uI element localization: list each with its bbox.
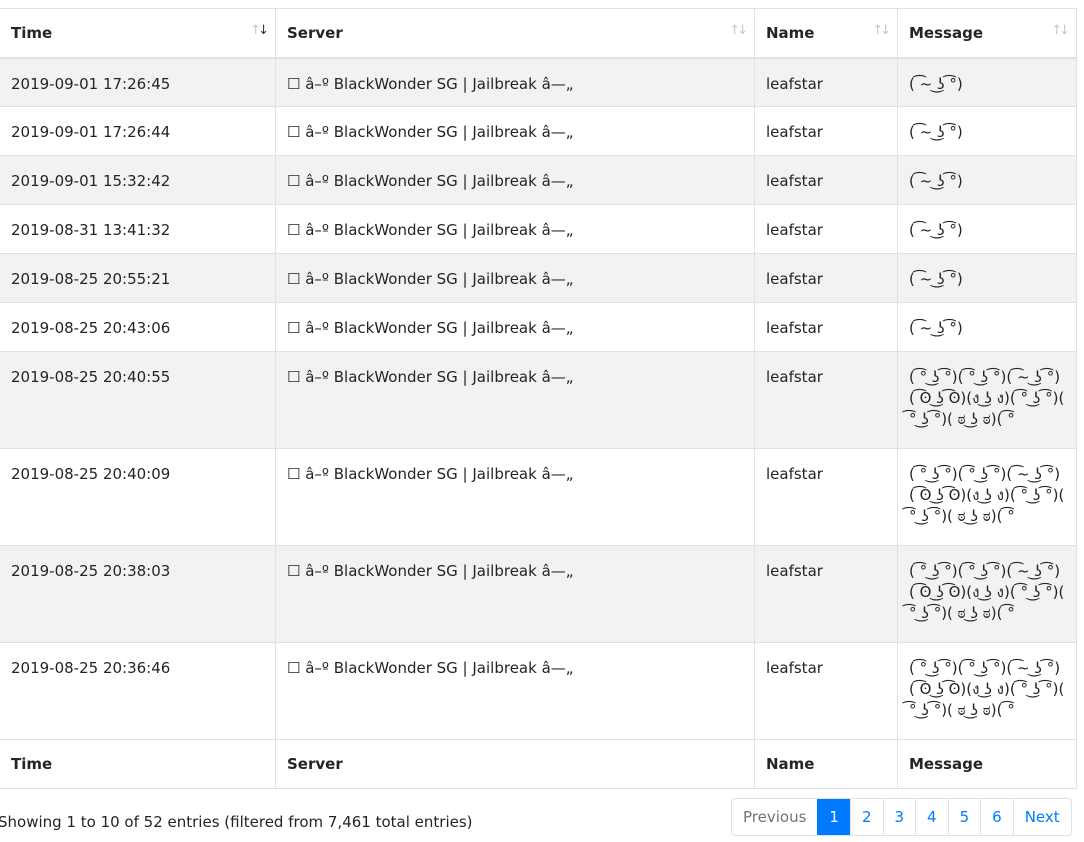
- footer-row: Time Server Name Message: [0, 739, 1077, 789]
- cell-message: ( ͡~ ͜ʖ ͡°): [897, 155, 1077, 205]
- table-row: 2019-09-01 17:26:45 ☐ â–º BlackWonder SG…: [0, 57, 1077, 107]
- cell-server: ☐ â–º BlackWonder SG | Jailbreak â—„: [275, 204, 755, 254]
- table-row: 2019-08-25 20:36:46 ☐ â–º BlackWonder SG…: [0, 642, 1077, 740]
- column-header-message[interactable]: Message ↑↓: [897, 8, 1077, 59]
- cell-time: 2019-08-25 20:38:03: [0, 545, 276, 643]
- cell-server: ☐ â–º BlackWonder SG | Jailbreak â—„: [275, 155, 755, 205]
- cell-server: ☐ â–º BlackWonder SG | Jailbreak â—„: [275, 302, 755, 352]
- column-header-time[interactable]: Time ↑↓: [0, 8, 276, 59]
- cell-time: 2019-08-25 20:40:09: [0, 448, 276, 546]
- cell-time: 2019-08-25 20:40:55: [0, 351, 276, 449]
- cell-time: 2019-09-01 17:26:45: [0, 57, 276, 107]
- message-text: ( ͡° ͜ʖ ͡°)( ͡° ͜ʖ ͡°)( ͡~ ͜ʖ ͡°)( ͡ʘ ͜ʖ…: [909, 465, 1065, 525]
- table-row: 2019-09-01 17:26:44 ☐ â–º BlackWonder SG…: [0, 106, 1077, 156]
- footer-header-time: Time: [0, 739, 276, 789]
- column-header-label: Name: [766, 23, 815, 42]
- cell-server: ☐ â–º BlackWonder SG | Jailbreak â—„: [275, 57, 755, 107]
- table-row: 2019-08-25 20:55:21 ☐ â–º BlackWonder SG…: [0, 253, 1077, 303]
- pagination-page-5[interactable]: 5: [947, 799, 981, 835]
- table-row: 2019-08-25 20:40:09 ☐ â–º BlackWonder SG…: [0, 448, 1077, 546]
- sort-descending-icon: ↑↓: [250, 23, 269, 38]
- cell-name: leafstar: [754, 106, 898, 156]
- pagination-next-button[interactable]: Next: [1012, 799, 1071, 835]
- chat-log-table: Time ↑↓ Server ↑↓ Name ↑↓ Message ↑↓ 201…: [0, 8, 1077, 789]
- cell-name: leafstar: [754, 155, 898, 205]
- table-row: 2019-08-31 13:41:32 ☐ â–º BlackWonder SG…: [0, 204, 1077, 254]
- sort-arrows-icon: ↑↓: [729, 23, 748, 38]
- cell-time: 2019-09-01 17:26:44: [0, 106, 276, 156]
- cell-name: leafstar: [754, 642, 898, 740]
- message-text: ( ͡° ͜ʖ ͡°)( ͡° ͜ʖ ͡°)( ͡~ ͜ʖ ͡°)( ͡ʘ ͜ʖ…: [909, 659, 1065, 719]
- cell-name: leafstar: [754, 545, 898, 643]
- cell-time: 2019-09-01 15:32:42: [0, 155, 276, 205]
- cell-time: 2019-08-25 20:55:21: [0, 253, 276, 303]
- sort-arrows-icon: ↑↓: [872, 23, 891, 38]
- cell-message: ( ͡° ͜ʖ ͡°)( ͡° ͜ʖ ͡°)( ͡~ ͜ʖ ͡°)( ͡ʘ ͜ʖ…: [897, 448, 1077, 546]
- column-header-label: Server: [287, 23, 343, 42]
- table-row: 2019-09-01 15:32:42 ☐ â–º BlackWonder SG…: [0, 155, 1077, 205]
- column-header-name[interactable]: Name ↑↓: [754, 8, 898, 59]
- cell-server: ☐ â–º BlackWonder SG | Jailbreak â—„: [275, 448, 755, 546]
- cell-name: leafstar: [754, 204, 898, 254]
- message-text: ( ͡~ ͜ʖ ͡°): [909, 221, 963, 239]
- cell-server: ☐ â–º BlackWonder SG | Jailbreak â—„: [275, 545, 755, 643]
- cell-name: leafstar: [754, 302, 898, 352]
- sort-arrows-icon: ↑↓: [1051, 23, 1070, 38]
- cell-name: leafstar: [754, 57, 898, 107]
- table-row: 2019-08-25 20:38:03 ☐ â–º BlackWonder SG…: [0, 545, 1077, 643]
- cell-message: ( ͡~ ͜ʖ ͡°): [897, 57, 1077, 107]
- table-footer: Time Server Name Message: [0, 739, 1077, 789]
- footer-header-message: Message: [897, 739, 1077, 789]
- table-header: Time ↑↓ Server ↑↓ Name ↑↓ Message ↑↓: [0, 8, 1077, 59]
- message-text: ( ͡~ ͜ʖ ͡°): [909, 172, 963, 190]
- message-text: ( ͡~ ͜ʖ ͡°): [909, 319, 963, 337]
- cell-time: 2019-08-25 20:36:46: [0, 642, 276, 740]
- table-body: 2019-09-01 17:26:45 ☐ â–º BlackWonder SG…: [0, 57, 1077, 740]
- message-text: ( ͡° ͜ʖ ͡°)( ͡° ͜ʖ ͡°)( ͡~ ͜ʖ ͡°)( ͡ʘ ͜ʖ…: [909, 368, 1065, 428]
- cell-server: ☐ â–º BlackWonder SG | Jailbreak â—„: [275, 106, 755, 156]
- column-header-server[interactable]: Server ↑↓: [275, 8, 755, 59]
- cell-name: leafstar: [754, 253, 898, 303]
- cell-message: ( ͡~ ͜ʖ ͡°): [897, 204, 1077, 254]
- column-header-label: Message: [909, 23, 983, 42]
- cell-message: ( ͡~ ͜ʖ ͡°): [897, 106, 1077, 156]
- pagination-page-3[interactable]: 3: [882, 799, 916, 835]
- cell-message: ( ͡° ͜ʖ ͡°)( ͡° ͜ʖ ͡°)( ͡~ ͜ʖ ͡°)( ͡ʘ ͜ʖ…: [897, 642, 1077, 740]
- cell-message: ( ͡° ͜ʖ ͡°)( ͡° ͜ʖ ͡°)( ͡~ ͜ʖ ͡°)( ͡ʘ ͜ʖ…: [897, 545, 1077, 643]
- pagination-page-2[interactable]: 2: [849, 799, 883, 835]
- footer-header-server: Server: [275, 739, 755, 789]
- table-info: Showing 1 to 10 of 52 entries (filtered …: [0, 813, 473, 831]
- cell-message: ( ͡~ ͜ʖ ͡°): [897, 253, 1077, 303]
- cell-message: ( ͡~ ͜ʖ ͡°): [897, 302, 1077, 352]
- table-row: 2019-08-25 20:40:55 ☐ â–º BlackWonder SG…: [0, 351, 1077, 449]
- cell-server: ☐ â–º BlackWonder SG | Jailbreak â—„: [275, 351, 755, 449]
- cell-name: leafstar: [754, 351, 898, 449]
- pagination: Previous 1 2 3 4 5 6 Next: [731, 798, 1072, 836]
- pagination-page-1[interactable]: 1: [817, 799, 850, 835]
- pagination-page-6[interactable]: 6: [980, 799, 1013, 835]
- cell-server: ☐ â–º BlackWonder SG | Jailbreak â—„: [275, 253, 755, 303]
- footer-header-name: Name: [754, 739, 898, 789]
- cell-message: ( ͡° ͜ʖ ͡°)( ͡° ͜ʖ ͡°)( ͡~ ͜ʖ ͡°)( ͡ʘ ͜ʖ…: [897, 351, 1077, 449]
- pagination-page-4[interactable]: 4: [915, 799, 948, 835]
- message-text: ( ͡~ ͜ʖ ͡°): [909, 270, 963, 288]
- pagination-previous-button[interactable]: Previous: [732, 799, 817, 835]
- message-text: ( ͡~ ͜ʖ ͡°): [909, 123, 963, 141]
- cell-time: 2019-08-31 13:41:32: [0, 204, 276, 254]
- header-row: Time ↑↓ Server ↑↓ Name ↑↓ Message ↑↓: [0, 8, 1077, 59]
- message-text: ( ͡° ͜ʖ ͡°)( ͡° ͜ʖ ͡°)( ͡~ ͜ʖ ͡°)( ͡ʘ ͜ʖ…: [909, 562, 1065, 622]
- column-header-label: Time: [11, 23, 53, 42]
- cell-name: leafstar: [754, 448, 898, 546]
- cell-time: 2019-08-25 20:43:06: [0, 302, 276, 352]
- cell-server: ☐ â–º BlackWonder SG | Jailbreak â—„: [275, 642, 755, 740]
- message-text: ( ͡~ ͜ʖ ͡°): [909, 74, 963, 93]
- table-row: 2019-08-25 20:43:06 ☐ â–º BlackWonder SG…: [0, 302, 1077, 352]
